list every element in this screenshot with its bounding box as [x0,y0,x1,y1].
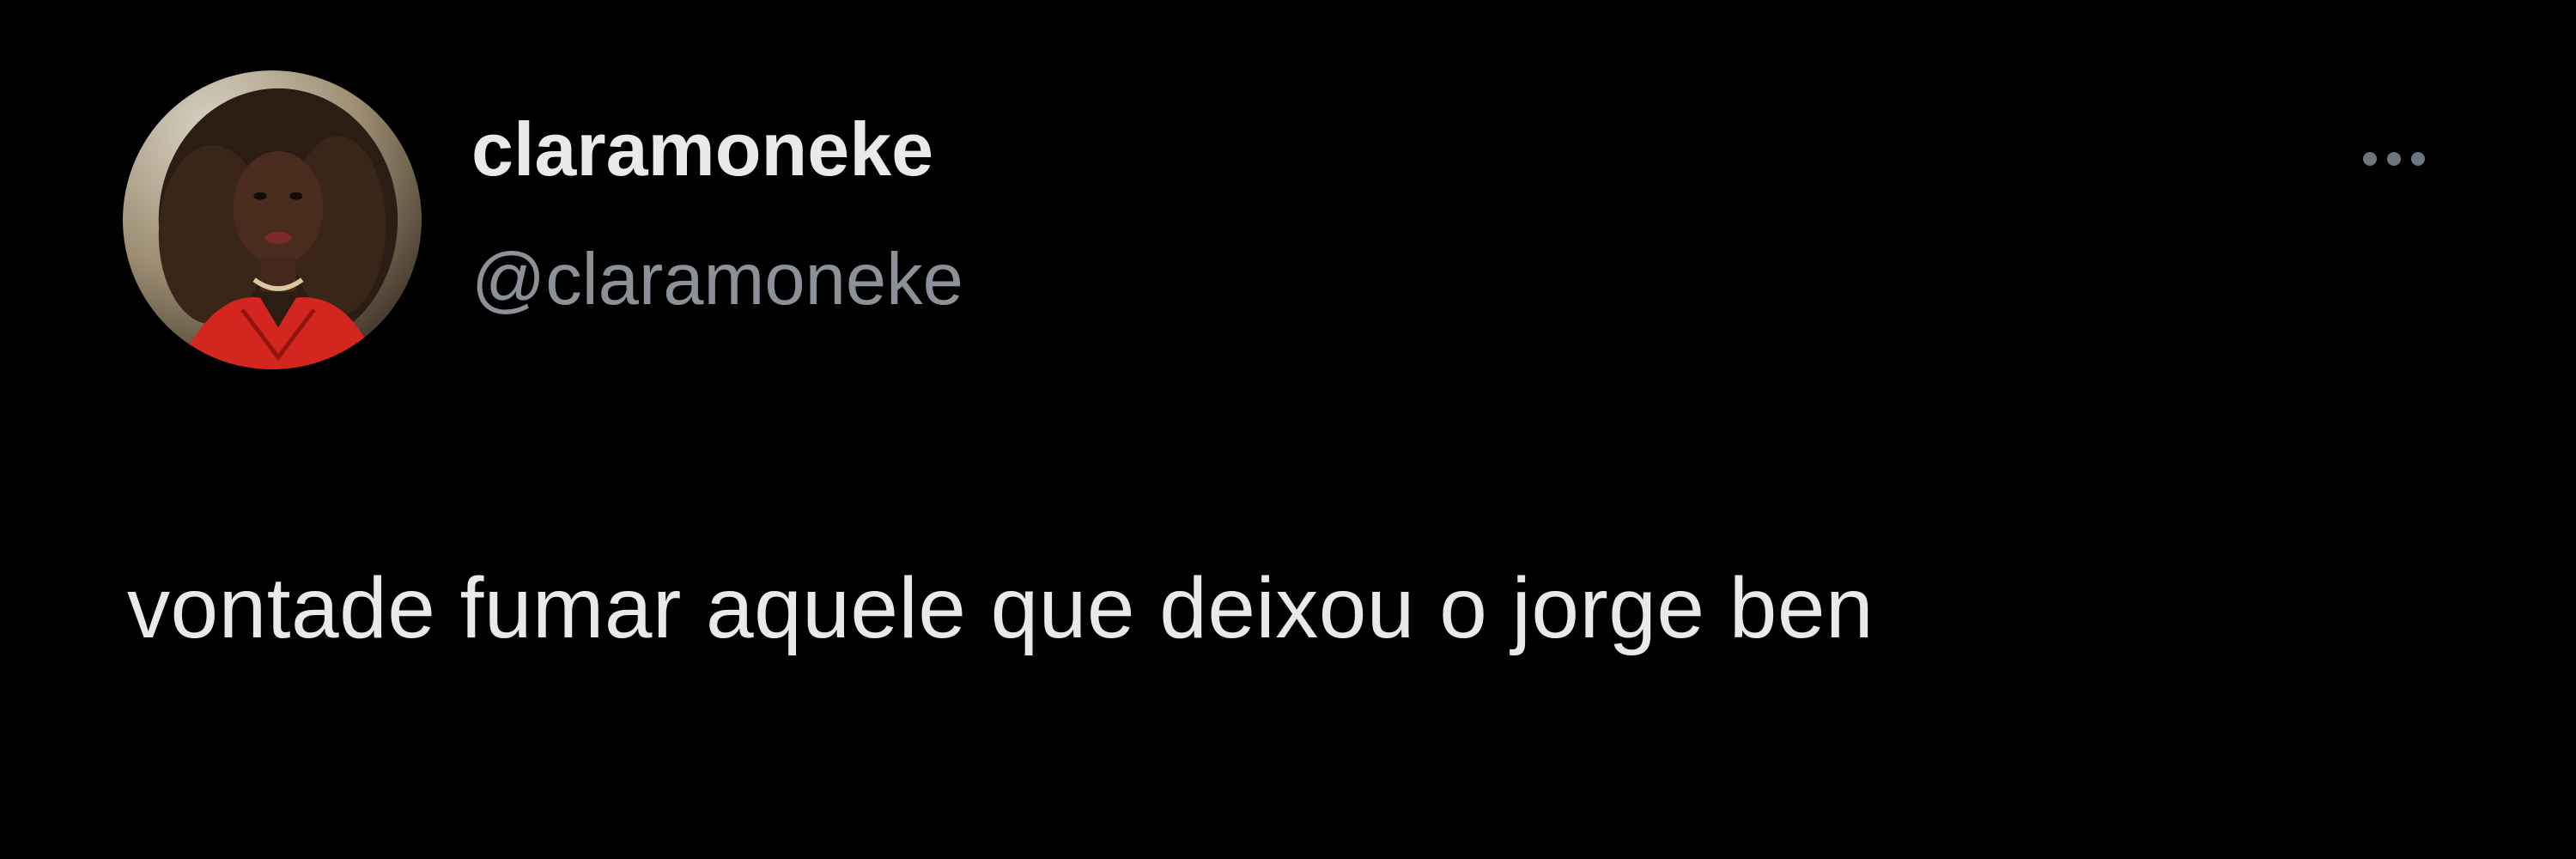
display-name[interactable]: claramoneke [471,112,933,187]
more-dots-icon [2363,152,2377,166]
user-handle[interactable]: @claramoneke [471,243,963,316]
more-options-button[interactable] [2342,129,2445,189]
avatar-photo [123,70,422,369]
avatar[interactable] [123,70,422,369]
more-dots-icon-dot-2 [2387,152,2401,166]
more-dots-icon-dot-3 [2411,152,2425,166]
tweet-text: vontade fumar aquele que deixou o jorge … [127,560,1874,656]
tweet-card: claramoneke @claramoneke vontade fumar a… [0,0,2576,859]
